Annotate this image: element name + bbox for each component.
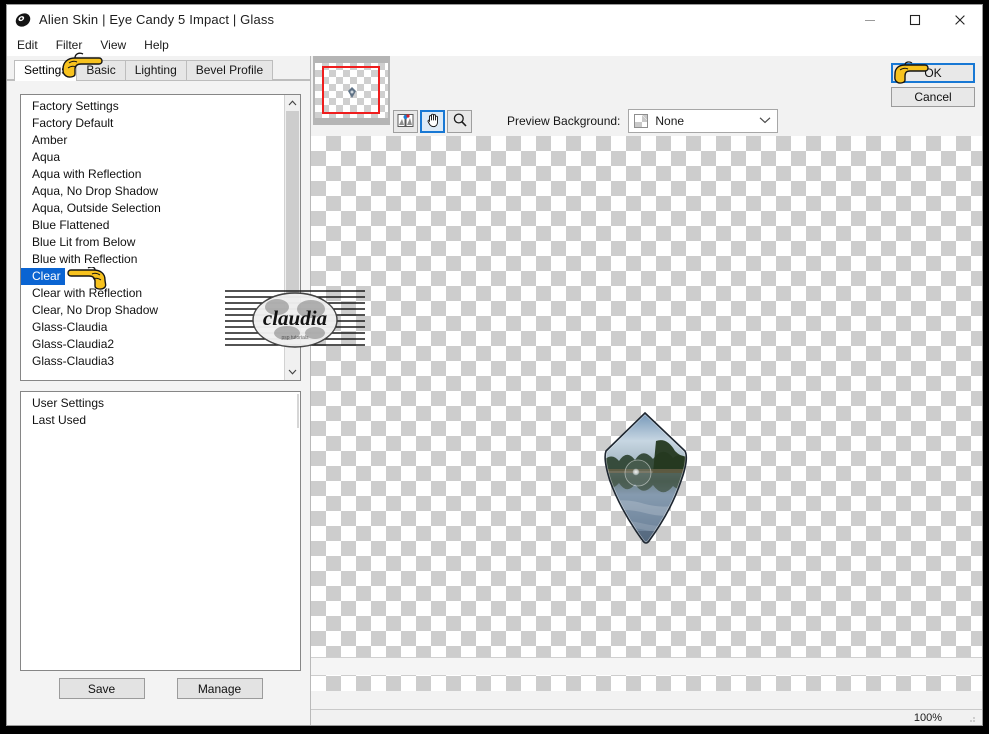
menu-item-view[interactable]: View: [100, 36, 135, 54]
preview-background-label: Preview Background:: [507, 114, 621, 128]
title-bar: Alien Skin | Eye Candy 5 Impact | Glass: [7, 5, 982, 34]
list-item[interactable]: Last Used: [21, 412, 292, 429]
preview-background-control: Preview Background: None: [507, 109, 779, 133]
dialog-action-buttons: OK Cancel: [891, 63, 975, 107]
ok-button[interactable]: OK: [891, 63, 975, 83]
factory-settings-list-items: Factory Settings Factory Default Amber A…: [21, 95, 284, 380]
main-content: Settings Basic Lighting Bevel Profile Fa…: [7, 56, 982, 725]
list-item[interactable]: Glass-Claudia: [21, 319, 284, 336]
tab-strip: Settings Basic Lighting Bevel Profile: [7, 60, 310, 81]
tab-basic[interactable]: Basic: [76, 60, 126, 80]
minimize-button[interactable]: [847, 5, 892, 34]
resize-grip-icon[interactable]: [964, 710, 982, 726]
list-item[interactable]: Aqua with Reflection: [21, 166, 284, 183]
manage-button[interactable]: Manage: [176, 678, 263, 699]
compare-preview-icon: [397, 113, 414, 131]
maximize-button[interactable]: [892, 5, 937, 34]
list-item[interactable]: Blue Lit from Below: [21, 234, 284, 251]
preview-background-select[interactable]: None: [628, 109, 779, 133]
list-item[interactable]: Blue Flattened: [21, 217, 284, 234]
hand-icon: [425, 112, 441, 131]
preview-tool-buttons: [393, 110, 472, 133]
preview-area: Preview Background: None OK Cancel 100%: [311, 56, 982, 725]
preview-compare-tool-button[interactable]: [393, 110, 418, 133]
chevron-up-icon[interactable]: [285, 95, 300, 111]
navigator-object-preview: [348, 87, 356, 98]
cancel-button[interactable]: Cancel: [891, 87, 975, 107]
preview-background-value: None: [655, 114, 685, 128]
settings-panel: Factory Settings Factory Default Amber A…: [7, 80, 310, 725]
list-item[interactable]: Aqua: [21, 149, 284, 166]
maximize-icon: [909, 14, 920, 25]
preset-action-buttons: Save Manage: [20, 678, 301, 699]
tab-settings[interactable]: Settings: [14, 60, 78, 81]
glass-shield-object: [601, 411, 689, 546]
user-settings-list[interactable]: User Settings Last Used: [20, 391, 301, 671]
list-item[interactable]: Factory Settings: [21, 98, 284, 115]
preview-toolbar: Preview Background: None OK Cancel: [311, 56, 982, 136]
window-title: Alien Skin | Eye Candy 5 Impact | Glass: [39, 12, 275, 27]
list-item-selected-wrapper: Clear: [21, 268, 284, 285]
list-item[interactable]: Amber: [21, 132, 284, 149]
zoom-level-readout: 100%: [913, 711, 942, 724]
close-icon: [954, 14, 965, 25]
list-item[interactable]: Glass-Claudia2: [21, 336, 284, 353]
close-button[interactable]: [937, 5, 982, 34]
menu-bar: Edit Filter View Help: [7, 34, 982, 56]
window-controls: [847, 5, 982, 34]
list-item[interactable]: Clear with Reflection: [21, 285, 284, 302]
application-window: Alien Skin | Eye Candy 5 Impact | Glass: [6, 4, 983, 726]
alienskin-logo-icon: [14, 11, 32, 29]
list-item[interactable]: Clear, No Drop Shadow: [21, 302, 284, 319]
user-settings-list-items: User Settings Last Used: [21, 392, 292, 670]
settings-sidebar: Settings Basic Lighting Bevel Profile Fa…: [7, 56, 311, 725]
scrollbar-thumb[interactable]: [286, 111, 299, 308]
user-list-scrollbar[interactable]: [297, 394, 299, 428]
tab-lighting[interactable]: Lighting: [124, 60, 187, 80]
factory-list-scrollbar[interactable]: [284, 95, 300, 380]
list-item[interactable]: Glass-Claudia3: [21, 353, 284, 370]
minimize-icon: [864, 19, 875, 21]
status-bar: 100%: [311, 709, 982, 725]
factory-settings-list[interactable]: Factory Settings Factory Default Amber A…: [20, 94, 301, 381]
navigator-thumbnail[interactable]: [313, 56, 390, 125]
list-item-selected[interactable]: Clear: [21, 268, 65, 285]
preview-horizontal-scrollbar[interactable]: [311, 657, 982, 675]
checkerboard-swatch-icon: [634, 114, 649, 128]
chevron-down-icon[interactable]: [759, 116, 771, 127]
list-item[interactable]: Aqua, No Drop Shadow: [21, 183, 284, 200]
tab-bevel-profile[interactable]: Bevel Profile: [185, 60, 274, 80]
magnifier-icon: [452, 112, 468, 131]
pan-tool-button[interactable]: [420, 110, 445, 133]
menu-item-edit[interactable]: Edit: [17, 36, 47, 54]
preview-canvas[interactable]: [311, 136, 982, 691]
chevron-down-icon[interactable]: [285, 364, 300, 380]
list-item[interactable]: Aqua, Outside Selection: [21, 200, 284, 217]
list-item[interactable]: Blue with Reflection: [21, 251, 284, 268]
menu-item-help[interactable]: Help: [144, 36, 178, 54]
save-button[interactable]: Save: [58, 678, 145, 699]
list-item[interactable]: Factory Default: [21, 115, 284, 132]
menu-item-filter[interactable]: Filter: [56, 36, 92, 54]
list-item[interactable]: User Settings: [21, 395, 292, 412]
zoom-tool-button[interactable]: [447, 110, 472, 133]
